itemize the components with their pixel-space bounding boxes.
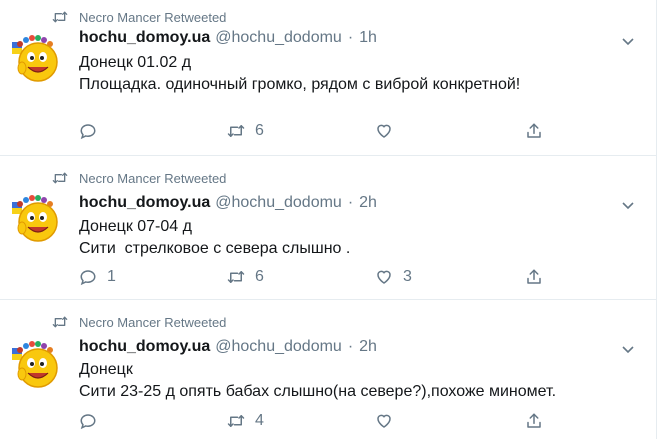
share-icon [527,123,541,138]
share-icon [527,269,541,284]
separator-dot: · [347,194,354,211]
retweet-context-label[interactable]: Necro Mancer Retweeted [79,315,226,330]
tweet-text: Донецк Сити 23-25 д опять бабах слышно(на… [79,359,556,403]
retweet-context-label[interactable]: Necro Mancer Retweeted [79,10,226,25]
tweet-3[interactable]: Necro Mancer Retweeted hochu_domoy.ua @h… [0,300,656,439]
retweet-context: Necro Mancer Retweeted [52,314,226,330]
like-button[interactable]: 3 [375,268,412,286]
avatar[interactable] [12,338,62,388]
tweet-actions: 4 [79,412,559,432]
avatar[interactable] [12,192,62,242]
chevron-down-icon[interactable] [622,202,634,210]
share-icon [527,413,541,428]
retweet-button[interactable]: 6 [227,122,264,140]
like-button[interactable] [375,122,403,140]
tweet-header: hochu_domoy.ua @hochu_dodomu · 1h [79,29,377,51]
reply-count: 1 [107,268,116,285]
retweet-count: 4 [255,412,264,429]
display-name[interactable]: hochu_domoy.ua [79,194,210,212]
reply-icon [80,270,96,286]
reply-button[interactable] [79,412,107,430]
retweet-icon [52,316,68,328]
reply-icon [80,414,96,430]
separator-dot: · [347,338,354,355]
tweet-text-line: Донецк 07-04 д [79,218,192,235]
timeline: Necro Mancer Retweeted hochu_domoy.ua @h… [0,0,656,439]
timestamp[interactable]: 2h [359,338,377,356]
like-icon [377,414,391,428]
tweet-text-line: Донецк 01.02 д [79,54,192,71]
separator-dot: · [347,29,354,46]
share-button[interactable] [525,122,553,140]
tweet-text-line: Сити стрелковое с севера слышно . [79,240,351,257]
retweet-button[interactable]: 4 [227,412,264,430]
share-button[interactable] [525,412,553,430]
tweet-header: hochu_domoy.ua @hochu_dodomu · 2h [79,338,377,360]
tweet-2[interactable]: Necro Mancer Retweeted hochu_domoy.ua @h… [0,156,656,300]
like-count: 3 [403,268,412,285]
retweet-button[interactable]: 6 [227,268,264,286]
retweet-icon [52,172,68,184]
retweet-icon [52,11,68,23]
display-name[interactable]: hochu_domoy.ua [79,338,210,356]
chevron-down-icon[interactable] [622,346,634,354]
like-icon [377,270,391,284]
like-button[interactable] [375,412,403,430]
tweet-text-line: Донецк [79,361,133,378]
retweet-context: Necro Mancer Retweeted [52,170,226,186]
reply-button[interactable] [79,122,107,140]
tweet-text-line: Площадка. одиночный громко, рядом с вибр… [79,76,521,93]
retweet-count: 6 [255,268,264,285]
timestamp[interactable]: 2h [359,194,377,212]
user-handle[interactable]: @hochu_dodomu [215,338,342,356]
share-button[interactable] [525,268,553,286]
retweet-count: 6 [255,122,264,139]
tweet-1[interactable]: Necro Mancer Retweeted hochu_domoy.ua @h… [0,0,656,156]
tweet-actions: 6 [79,122,559,142]
tweet-actions: 1 6 3 [79,268,559,288]
retweet-icon [227,271,245,283]
tweet-text-line: Сити 23-25 д опять бабах слышно(на север… [79,383,557,400]
user-handle[interactable]: @hochu_dodomu [215,194,342,212]
chevron-down-icon[interactable] [622,38,634,46]
reply-icon [80,124,96,140]
display-name[interactable]: hochu_domoy.ua [79,29,210,47]
retweet-icon [227,415,245,427]
user-handle[interactable]: @hochu_dodomu [215,29,342,47]
retweet-icon [227,125,245,137]
reply-button[interactable]: 1 [79,268,116,286]
tweet-text: Донецк 07-04 д Сити стрелковое с севера с… [79,216,350,260]
column-border [656,0,657,439]
retweet-context-label[interactable]: Necro Mancer Retweeted [79,171,226,186]
tweet-header: hochu_domoy.ua @hochu_dodomu · 2h [79,194,377,216]
like-icon [377,124,391,138]
tweet-text: Донецк 01.02 д Площадка. одиночный громко… [79,52,520,96]
timestamp[interactable]: 1h [359,29,377,47]
avatar[interactable] [12,32,62,82]
retweet-context: Necro Mancer Retweeted [52,9,226,25]
